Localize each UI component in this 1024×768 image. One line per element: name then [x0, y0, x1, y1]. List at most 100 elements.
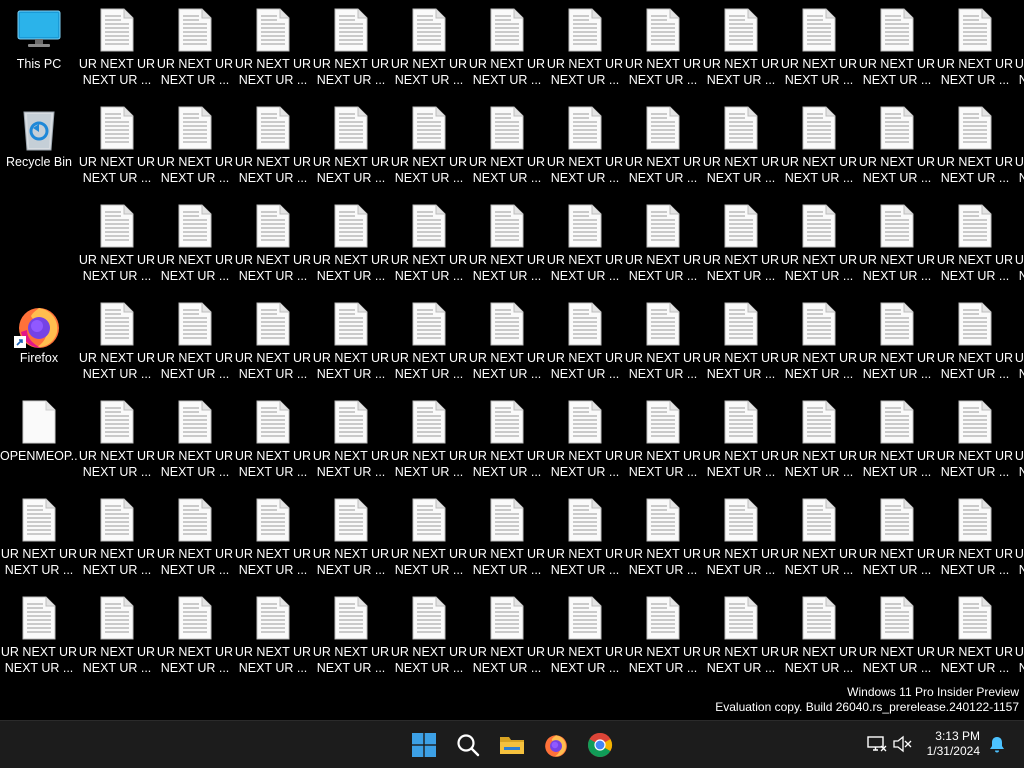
text-file-item[interactable]: UR NEXT UR NEXT UR ...: [624, 588, 702, 678]
search-button[interactable]: [451, 728, 485, 762]
desktop[interactable]: This PC Recycle Bin Firefox OPENMEOP... …: [0, 0, 1024, 720]
recycle-bin-icon-item[interactable]: Recycle Bin: [0, 98, 78, 188]
text-file-item[interactable]: UR NEXT UR NEXT UR ...: [780, 588, 858, 678]
text-file-item[interactable]: UR NEXT UR NEXT UR ...: [546, 0, 624, 90]
text-file-item[interactable]: UR NEXT UR NEXT UR ...: [702, 196, 780, 286]
text-file-item[interactable]: UR NEXT UR NEXT UR ...: [312, 588, 390, 678]
text-file-item[interactable]: UR NEXT UR NEXT UR ...: [858, 98, 936, 188]
text-file-item[interactable]: UR NEXT UR NEXT UR ...: [780, 294, 858, 384]
firefox-icon-item[interactable]: Firefox: [0, 294, 78, 384]
text-file-item[interactable]: UR NEXT UR NEXT UR ...: [468, 392, 546, 482]
text-file-item[interactable]: UR NEXT UR NEXT UR ...: [468, 490, 546, 580]
text-file-item[interactable]: UR NEXT UR NEXT UR ...: [780, 196, 858, 286]
text-file-item[interactable]: UR NEXT UR NEXT UR ...: [936, 0, 1014, 90]
text-file-item[interactable]: UR NEXT UR NEXT UR ...: [780, 0, 858, 90]
text-file-item[interactable]: UR NEXT UR NEXT UR ...: [702, 588, 780, 678]
file-explorer-button[interactable]: [495, 728, 529, 762]
text-file-item[interactable]: UR NEXT UR NEXT UR ...: [312, 0, 390, 90]
text-file-item[interactable]: UR NEXT UR NEXT UR ...: [858, 392, 936, 482]
text-file-item[interactable]: UR NEXT UR NEXT UR ...: [702, 392, 780, 482]
text-file-item[interactable]: UR NEXT UR NEXT UR ...: [1014, 392, 1024, 482]
text-file-item[interactable]: UR NEXT UR NEXT UR ...: [1014, 588, 1024, 678]
text-file-item[interactable]: UR NEXT UR NEXT UR ...: [78, 294, 156, 384]
text-file-item[interactable]: UR NEXT UR NEXT UR ...: [936, 588, 1014, 678]
text-file-item[interactable]: UR NEXT UR NEXT UR ...: [0, 490, 78, 580]
this-pc-icon-item[interactable]: This PC: [0, 0, 78, 90]
text-file-item[interactable]: UR NEXT UR NEXT UR ...: [1014, 0, 1024, 90]
text-file-item[interactable]: UR NEXT UR NEXT UR ...: [780, 392, 858, 482]
text-file-item[interactable]: UR NEXT UR NEXT UR ...: [936, 490, 1014, 580]
text-file-item[interactable]: UR NEXT UR NEXT UR ...: [312, 294, 390, 384]
text-file-item[interactable]: UR NEXT UR NEXT UR ...: [234, 588, 312, 678]
text-file-item[interactable]: UR NEXT UR NEXT UR ...: [390, 490, 468, 580]
text-file-item[interactable]: UR NEXT UR NEXT UR ...: [624, 294, 702, 384]
text-file-item[interactable]: UR NEXT UR NEXT UR ...: [936, 98, 1014, 188]
text-file-item[interactable]: UR NEXT UR NEXT UR ...: [624, 0, 702, 90]
text-file-item[interactable]: UR NEXT UR NEXT UR ...: [234, 0, 312, 90]
text-file-item[interactable]: UR NEXT UR NEXT UR ...: [546, 98, 624, 188]
text-file-item[interactable]: UR NEXT UR NEXT UR ...: [546, 294, 624, 384]
text-file-item[interactable]: UR NEXT UR NEXT UR ...: [156, 588, 234, 678]
text-file-item[interactable]: UR NEXT UR NEXT UR ...: [234, 490, 312, 580]
text-file-item[interactable]: UR NEXT UR NEXT UR ...: [858, 196, 936, 286]
text-file-item[interactable]: UR NEXT UR NEXT UR ...: [78, 98, 156, 188]
text-file-item[interactable]: UR NEXT UR NEXT UR ...: [234, 392, 312, 482]
text-file-item[interactable]: UR NEXT UR NEXT UR ...: [780, 490, 858, 580]
text-file-item[interactable]: UR NEXT UR NEXT UR ...: [702, 98, 780, 188]
text-file-item[interactable]: UR NEXT UR NEXT UR ...: [702, 294, 780, 384]
text-file-item[interactable]: UR NEXT UR NEXT UR ...: [702, 0, 780, 90]
text-file-item[interactable]: UR NEXT UR NEXT UR ...: [78, 0, 156, 90]
text-file-item[interactable]: UR NEXT UR NEXT UR ...: [858, 0, 936, 90]
text-file-item[interactable]: UR NEXT UR NEXT UR ...: [546, 588, 624, 678]
start-button[interactable]: [407, 728, 441, 762]
text-file-item[interactable]: UR NEXT UR NEXT UR ...: [624, 98, 702, 188]
text-file-item[interactable]: UR NEXT UR NEXT UR ...: [702, 490, 780, 580]
text-file-item[interactable]: UR NEXT UR NEXT UR ...: [390, 196, 468, 286]
text-file-item[interactable]: UR NEXT UR NEXT UR ...: [156, 98, 234, 188]
text-file-item[interactable]: UR NEXT UR NEXT UR ...: [390, 0, 468, 90]
text-file-item[interactable]: UR NEXT UR NEXT UR ...: [156, 0, 234, 90]
volume-button[interactable]: [891, 733, 913, 755]
text-file-item[interactable]: UR NEXT UR NEXT UR ...: [156, 490, 234, 580]
text-file-item[interactable]: UR NEXT UR NEXT UR ...: [1014, 294, 1024, 384]
text-file-item[interactable]: UR NEXT UR NEXT UR ...: [546, 392, 624, 482]
text-file-item[interactable]: UR NEXT UR NEXT UR ...: [156, 196, 234, 286]
text-file-item[interactable]: UR NEXT UR NEXT UR ...: [858, 588, 936, 678]
text-file-item[interactable]: UR NEXT UR NEXT UR ...: [1014, 98, 1024, 188]
text-file-item[interactable]: UR NEXT UR NEXT UR ...: [936, 392, 1014, 482]
text-file-item[interactable]: UR NEXT UR NEXT UR ...: [156, 392, 234, 482]
text-file-item[interactable]: UR NEXT UR NEXT UR ...: [546, 196, 624, 286]
notification-button[interactable]: [986, 733, 1008, 755]
text-file-item[interactable]: UR NEXT UR NEXT UR ...: [78, 588, 156, 678]
chrome-taskbar-button[interactable]: [583, 728, 617, 762]
text-file-item[interactable]: UR NEXT UR NEXT UR ...: [78, 490, 156, 580]
text-file-item[interactable]: UR NEXT UR NEXT UR ...: [312, 196, 390, 286]
text-file-item[interactable]: UR NEXT UR NEXT UR ...: [78, 392, 156, 482]
text-file-item[interactable]: UR NEXT UR NEXT UR ...: [468, 98, 546, 188]
text-file-item[interactable]: UR NEXT UR NEXT UR ...: [390, 294, 468, 384]
text-file-item[interactable]: UR NEXT UR NEXT UR ...: [234, 294, 312, 384]
text-file-item[interactable]: UR NEXT UR NEXT UR ...: [624, 196, 702, 286]
text-file-item[interactable]: UR NEXT UR NEXT UR ...: [78, 196, 156, 286]
text-file-item[interactable]: UR NEXT UR NEXT UR ...: [390, 392, 468, 482]
text-file-item[interactable]: UR NEXT UR NEXT UR ...: [234, 98, 312, 188]
openmeop-file-item[interactable]: OPENMEOP...: [0, 392, 78, 482]
text-file-item[interactable]: UR NEXT UR NEXT UR ...: [468, 196, 546, 286]
text-file-item[interactable]: UR NEXT UR NEXT UR ...: [312, 98, 390, 188]
text-file-item[interactable]: UR NEXT UR NEXT UR ...: [936, 294, 1014, 384]
text-file-item[interactable]: UR NEXT UR NEXT UR ...: [624, 490, 702, 580]
text-file-item[interactable]: UR NEXT UR NEXT UR ...: [468, 588, 546, 678]
system-clock[interactable]: 3:13 PM 1/31/2024: [927, 729, 980, 759]
text-file-item[interactable]: UR NEXT UR NEXT UR ...: [390, 588, 468, 678]
text-file-item[interactable]: UR NEXT UR NEXT UR ...: [156, 294, 234, 384]
text-file-item[interactable]: UR NEXT UR NEXT UR ...: [858, 490, 936, 580]
text-file-item[interactable]: UR NEXT UR NEXT UR ...: [234, 196, 312, 286]
text-file-item[interactable]: UR NEXT UR NEXT UR ...: [0, 588, 78, 678]
firefox-taskbar-button[interactable]: [539, 728, 573, 762]
network-status-button[interactable]: [866, 733, 888, 755]
text-file-item[interactable]: UR NEXT UR NEXT UR ...: [546, 490, 624, 580]
text-file-item[interactable]: UR NEXT UR NEXT UR ...: [312, 490, 390, 580]
text-file-item[interactable]: UR NEXT UR NEXT UR ...: [936, 196, 1014, 286]
text-file-item[interactable]: UR NEXT UR NEXT UR ...: [1014, 490, 1024, 580]
text-file-item[interactable]: UR NEXT UR NEXT UR ...: [780, 98, 858, 188]
